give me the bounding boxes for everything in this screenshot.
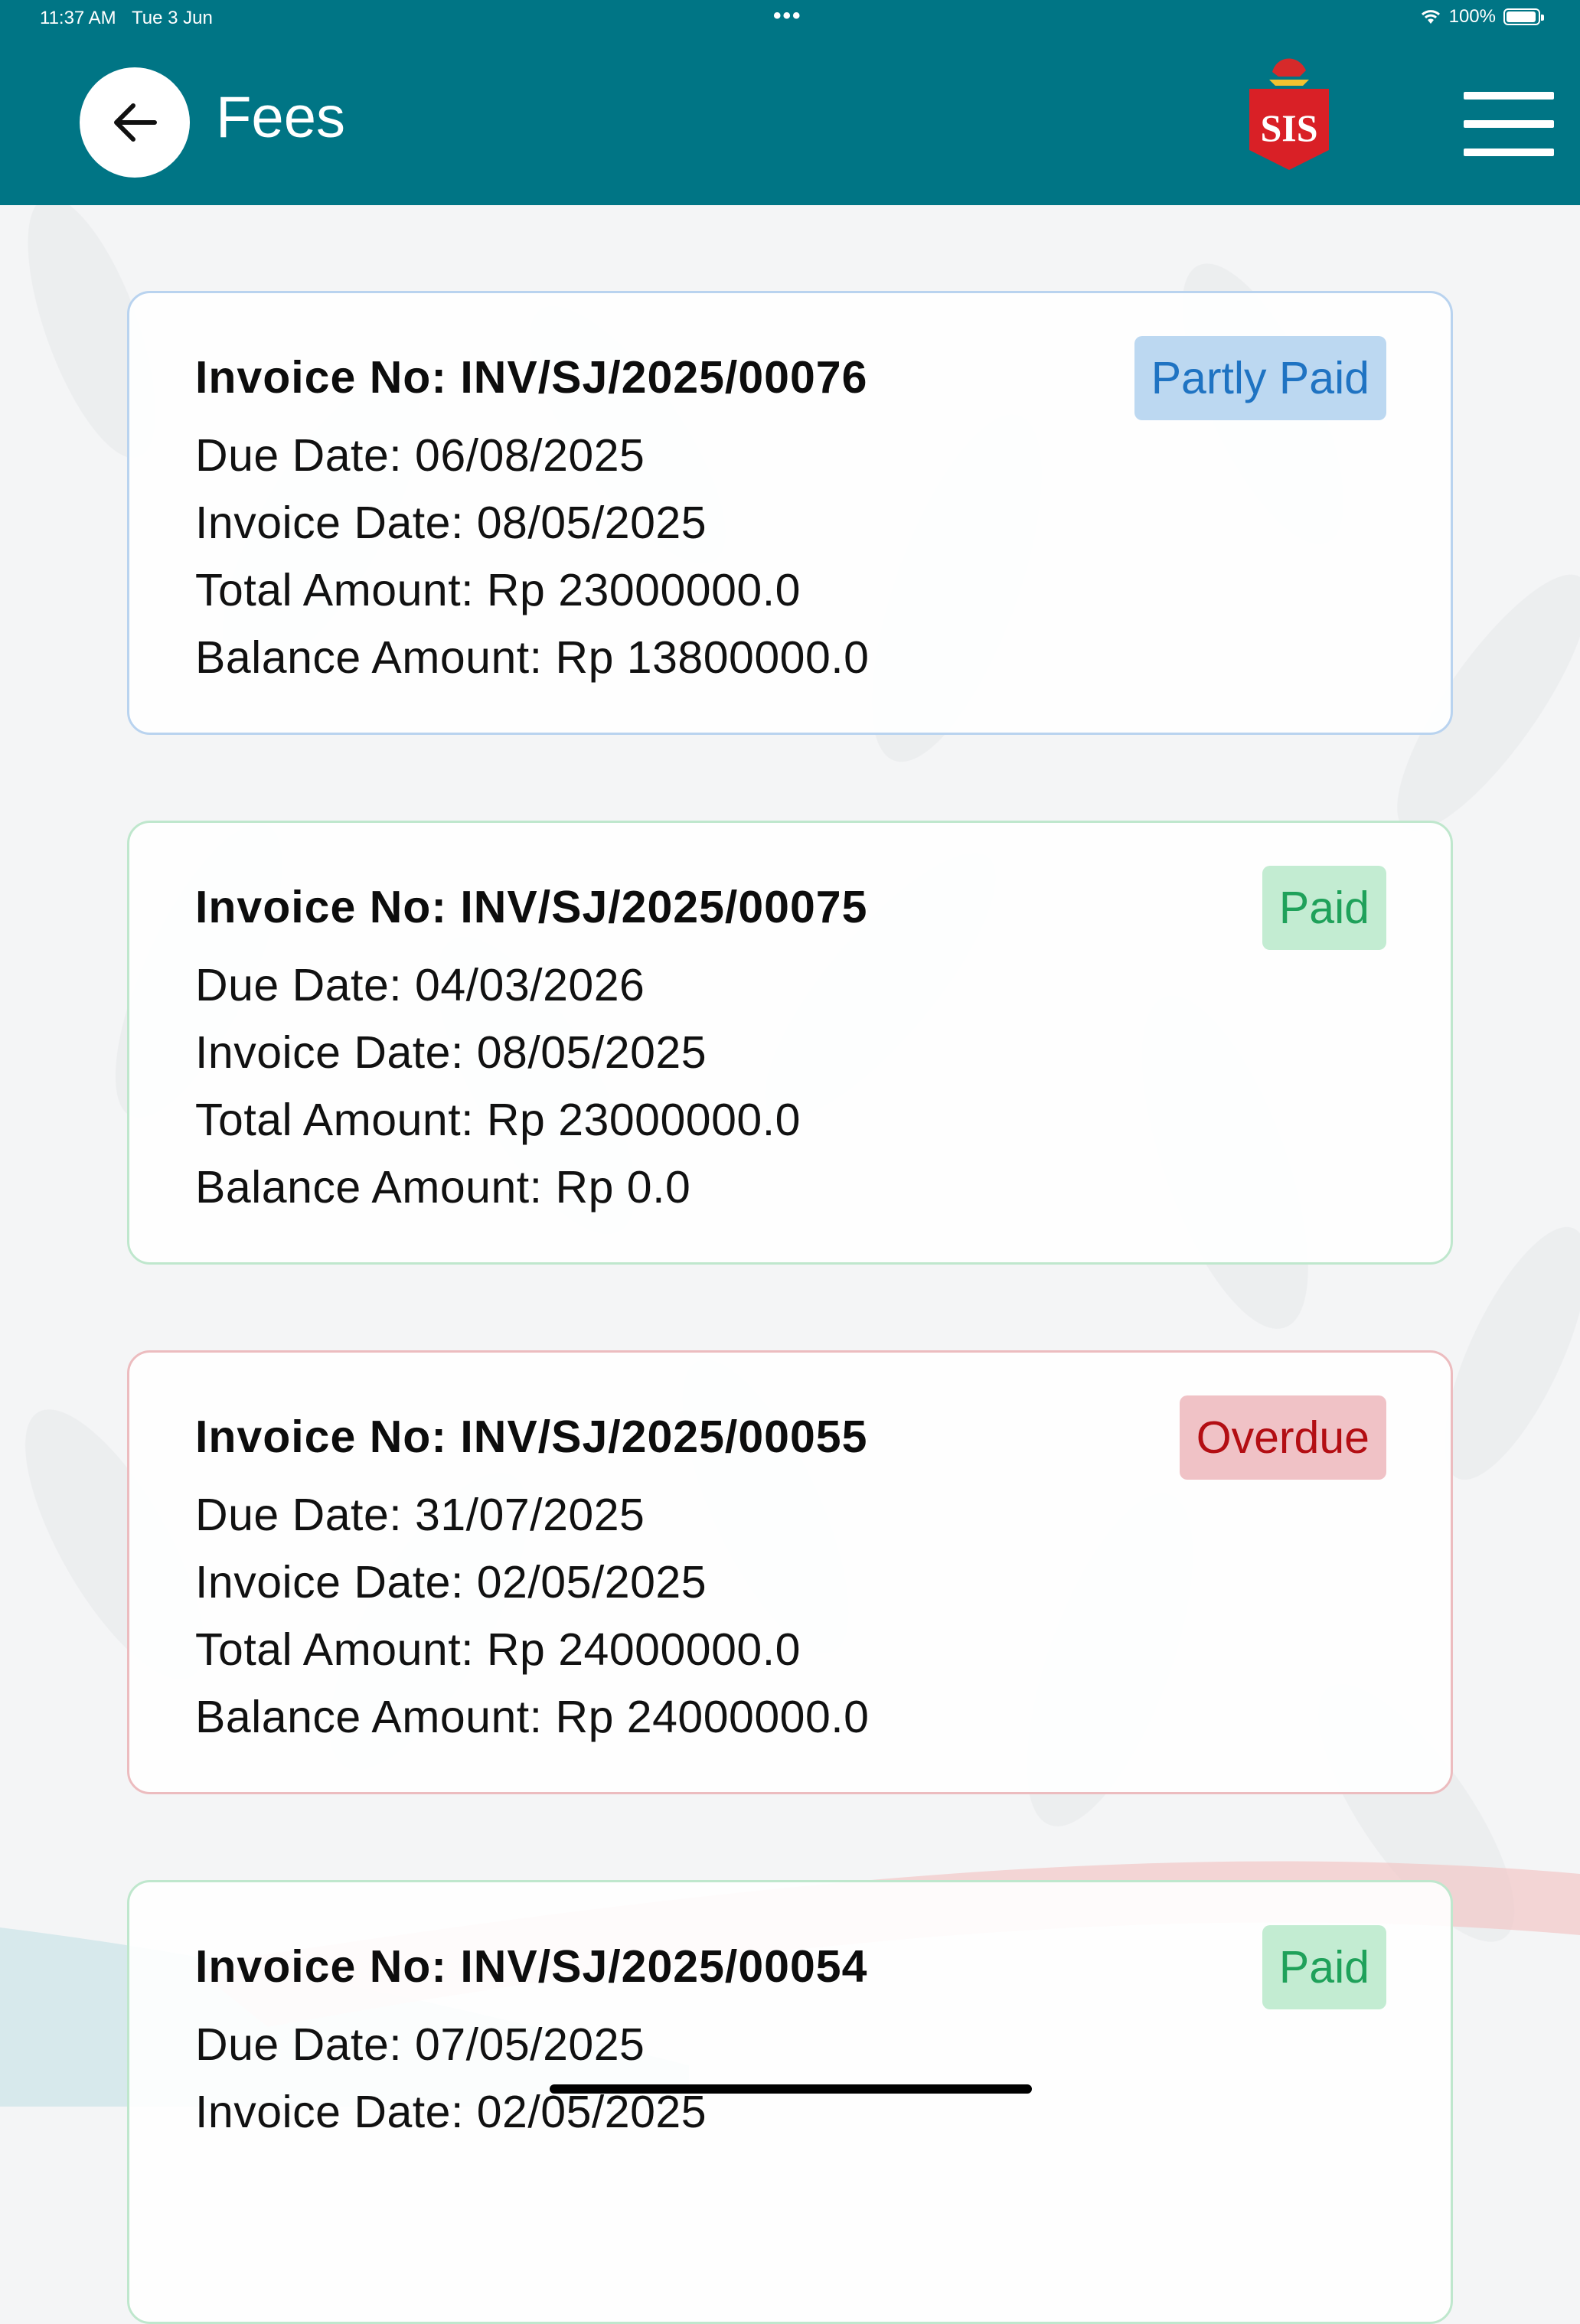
due-date: Due Date: 31/07/2025 [195, 1490, 645, 1540]
invoice-card[interactable]: Invoice No: INV/SJ/2025/00054 Due Date: … [127, 1880, 1453, 2324]
total-amount: Total Amount: Rp 23000000.0 [195, 1095, 801, 1145]
wifi-icon [1421, 10, 1440, 24]
invoice-date: Invoice Date: 08/05/2025 [195, 1027, 707, 1078]
invoice-number: Invoice No: INV/SJ/2025/00076 [195, 352, 868, 403]
multitasking-dots[interactable]: ••• [773, 3, 802, 29]
invoice-number: Invoice No: INV/SJ/2025/00075 [195, 882, 868, 932]
invoice-date: Invoice Date: 02/05/2025 [195, 1557, 707, 1608]
invoice-card[interactable]: Invoice No: INV/SJ/2025/00055 Due Date: … [127, 1350, 1453, 1794]
invoice-date: Invoice Date: 08/05/2025 [195, 498, 707, 548]
invoice-date: Invoice Date: 02/05/2025 [195, 2087, 707, 2137]
status-badge: Partly Paid [1134, 336, 1386, 420]
back-button[interactable] [80, 67, 190, 178]
invoice-number: Invoice No: INV/SJ/2025/00055 [195, 1412, 868, 1462]
total-amount: Total Amount: Rp 24000000.0 [195, 1624, 801, 1675]
status-badge: Paid [1262, 866, 1386, 950]
balance-amount: Balance Amount: Rp 24000000.0 [195, 1692, 870, 1742]
status-bar: 11:37 AM Tue 3 Jun ••• 100% [0, 0, 1580, 38]
status-time: 11:37 AM [40, 8, 116, 28]
home-indicator[interactable] [550, 2084, 1032, 2094]
battery-percent: 100% [1448, 6, 1496, 27]
menu-button[interactable] [1464, 92, 1554, 156]
status-date: Tue 3 Jun [132, 8, 213, 28]
due-date: Due Date: 07/05/2025 [195, 2019, 645, 2070]
battery-icon [1503, 8, 1544, 25]
sis-logo: SIS [1249, 58, 1329, 170]
invoice-number: Invoice No: INV/SJ/2025/00054 [195, 1941, 868, 1992]
invoice-card[interactable]: Invoice No: INV/SJ/2025/00075 Due Date: … [127, 821, 1453, 1265]
due-date: Due Date: 06/08/2025 [195, 430, 645, 481]
status-indicators: 100% [1420, 6, 1544, 28]
invoice-card[interactable]: Invoice No: INV/SJ/2025/00076 Due Date: … [127, 291, 1453, 735]
status-badge: Overdue [1179, 1395, 1386, 1480]
total-amount: Total Amount: Rp 23000000.0 [195, 565, 801, 615]
status-badge: Paid [1262, 1925, 1386, 2009]
balance-amount: Balance Amount: Rp 13800000.0 [195, 632, 870, 683]
app-header: 11:37 AM Tue 3 Jun ••• 100% Fees SIS [0, 0, 1580, 205]
page-title: Fees [216, 85, 345, 150]
due-date: Due Date: 04/03/2026 [195, 960, 645, 1010]
balance-amount: Balance Amount: Rp 0.0 [195, 1162, 691, 1213]
arrow-left-icon [114, 103, 157, 142]
logo-text: SIS [1260, 106, 1317, 149]
